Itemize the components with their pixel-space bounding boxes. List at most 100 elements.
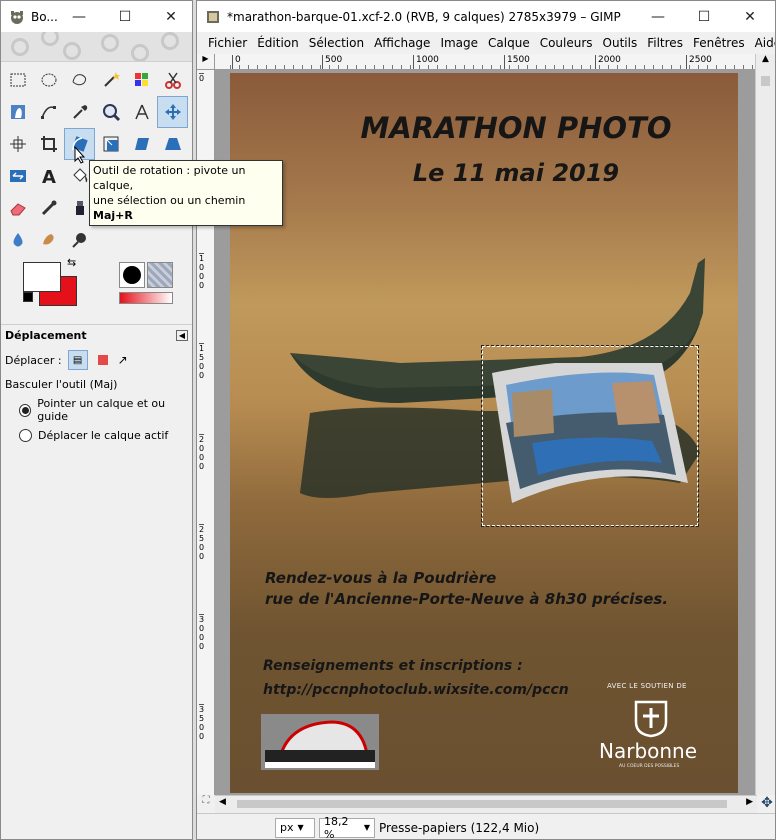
radio-move-active-layer[interactable] — [19, 429, 32, 442]
minimize-button[interactable]: — — [56, 1, 102, 32]
move-path-mode-icon[interactable]: ↗ — [118, 353, 128, 367]
tool-perspective[interactable] — [157, 128, 188, 160]
ruler-tick — [653, 65, 654, 69]
unit-select[interactable]: px ▼ — [275, 817, 315, 838]
ruler-tick — [644, 65, 645, 69]
gradient-preview[interactable] — [119, 292, 173, 304]
radio-pick-layer[interactable] — [19, 403, 32, 417]
close-button[interactable]: ✕ — [727, 1, 773, 32]
quick-mask-corner[interactable]: ▶ — [197, 54, 215, 70]
tool-blur[interactable] — [2, 224, 33, 256]
tool-free-select[interactable] — [64, 64, 95, 96]
tool-airbrush[interactable] — [33, 192, 64, 224]
brush-preview[interactable] — [119, 262, 145, 288]
zoom-select[interactable]: 18,2 % ▼ — [319, 815, 375, 839]
menu-aide[interactable]: Aide — [750, 36, 775, 50]
scroll-right-icon[interactable]: ▶ — [746, 797, 753, 807]
tool-scissors[interactable] — [157, 64, 188, 96]
horizontal-ruler[interactable]: 0 500 1000 1500 2000 2500 — [215, 54, 757, 70]
tool-zoom[interactable] — [95, 96, 126, 128]
ruler-tick — [338, 65, 339, 69]
maximize-button[interactable]: ☐ — [102, 1, 148, 32]
tool-move[interactable] — [157, 96, 188, 128]
menu-fichier[interactable]: Fichier — [203, 36, 252, 50]
navigate-icon[interactable]: ✥ — [757, 795, 775, 813]
ruler-tick — [527, 65, 528, 69]
scroll-left-icon[interactable]: ◀ — [219, 797, 226, 807]
tool-shear[interactable] — [126, 128, 157, 160]
tool-fuzzy-select[interactable] — [95, 64, 126, 96]
ruler-tick — [329, 65, 330, 69]
smudge-icon — [42, 234, 54, 245]
ruler-tick — [689, 65, 690, 69]
menu-calque[interactable]: Calque — [483, 36, 535, 50]
ruler-tick — [617, 65, 618, 69]
text-icon: A — [42, 167, 56, 186]
panel-menu-icon[interactable]: ◀ — [175, 330, 188, 341]
menu-outils[interactable]: Outils — [598, 36, 643, 50]
narbonne-shield-icon — [634, 700, 668, 738]
toolbox-titlebar[interactable]: Bo... — ☐ ✕ — [1, 1, 192, 32]
menu-filtres[interactable]: Filtres — [642, 36, 688, 50]
tool-select-by-color[interactable] — [126, 64, 157, 96]
tool-flip[interactable] — [2, 160, 33, 192]
menu-fenetres[interactable]: Fenêtres — [688, 36, 750, 50]
tool-measure[interactable] — [126, 96, 157, 128]
wilber-drop-area[interactable] — [1, 32, 192, 62]
tool-ellipse-select[interactable] — [33, 64, 64, 96]
ruler-tick — [266, 65, 267, 69]
ruler-label: 3 5 0 0 — [199, 704, 205, 741]
ruler-tick — [518, 65, 519, 69]
radio-move-active-layer-label[interactable]: Déplacer le calque actif — [38, 429, 168, 442]
info-line-2: http://pccnphotoclub.wixsite.com/pccn — [263, 682, 569, 698]
scale-icon — [103, 136, 118, 152]
menu-image[interactable]: Image — [435, 36, 483, 50]
ruler-tick — [671, 65, 672, 69]
radio-pick-layer-label[interactable]: Pointer un calque et ou guide — [37, 397, 188, 423]
tool-foreground-select[interactable] — [2, 96, 33, 128]
ruler-tick — [680, 65, 681, 69]
tool-eraser[interactable] — [2, 192, 33, 224]
move-selection-mode-icon[interactable] — [97, 355, 108, 365]
vertical-scroll-thumb[interactable] — [761, 76, 770, 86]
move-layer-mode-icon[interactable]: ▤ — [67, 350, 88, 370]
maximize-button[interactable]: ☐ — [681, 1, 727, 32]
menu-selection[interactable]: Sélection — [304, 36, 369, 50]
tool-scale[interactable] — [95, 128, 126, 160]
canvas-area[interactable]: MARATHON PHOTO Le 11 mai 2019 Rendez-vou… — [215, 70, 757, 795]
tool-dodge-burn[interactable] — [64, 224, 95, 256]
tool-smudge[interactable] — [33, 224, 64, 256]
tool-rect-select[interactable] — [2, 64, 33, 96]
poster-title: MARATHON PHOTO — [360, 111, 672, 145]
swap-colors-icon[interactable]: ⇆ — [67, 256, 76, 269]
ruler-tick — [536, 65, 537, 69]
ink-icon — [75, 201, 84, 215]
zoom-corner-icon[interactable]: ⛶ — [197, 795, 215, 813]
minimize-button[interactable]: — — [635, 1, 681, 32]
menu-bar: Fichier Édition Sélection Affichage Image Cal… — [197, 32, 775, 54]
default-colors-icon[interactable] — [23, 292, 33, 302]
tool-text[interactable]: A — [33, 160, 64, 192]
menu-affichage[interactable]: Affichage — [369, 36, 435, 50]
ruler-tick — [383, 65, 384, 69]
menu-edition[interactable]: Édition — [252, 36, 304, 50]
tool-grid: A — [1, 62, 192, 256]
tool-crop[interactable] — [33, 128, 64, 160]
scroll-up-icon[interactable]: ▲ — [756, 54, 775, 70]
horizontal-scroll-thumb[interactable] — [237, 800, 727, 808]
menu-couleurs[interactable]: Couleurs — [535, 36, 598, 50]
tool-align[interactable] — [2, 128, 33, 160]
image-window-title: *marathon-barque-01.xcf-2.0 (RVB, 9 calq… — [227, 9, 621, 24]
pattern-preview[interactable] — [147, 262, 173, 288]
image-window-titlebar[interactable]: *marathon-barque-01.xcf-2.0 (RVB, 9 calq… — [197, 1, 775, 32]
vertical-scrollbar[interactable]: ▲ — [755, 54, 775, 795]
tool-paths[interactable] — [33, 96, 64, 128]
tool-color-picker[interactable] — [64, 96, 95, 128]
foreground-color[interactable] — [23, 262, 61, 292]
ruler-tick — [446, 65, 447, 69]
ruler-label: 3 0 0 0 — [199, 614, 205, 651]
close-button[interactable]: ✕ — [148, 1, 192, 32]
horizontal-scrollbar[interactable]: ◀ ▶ — [215, 795, 757, 813]
chevron-down-icon: ▼ — [363, 823, 370, 832]
ruler-tick — [356, 65, 357, 69]
